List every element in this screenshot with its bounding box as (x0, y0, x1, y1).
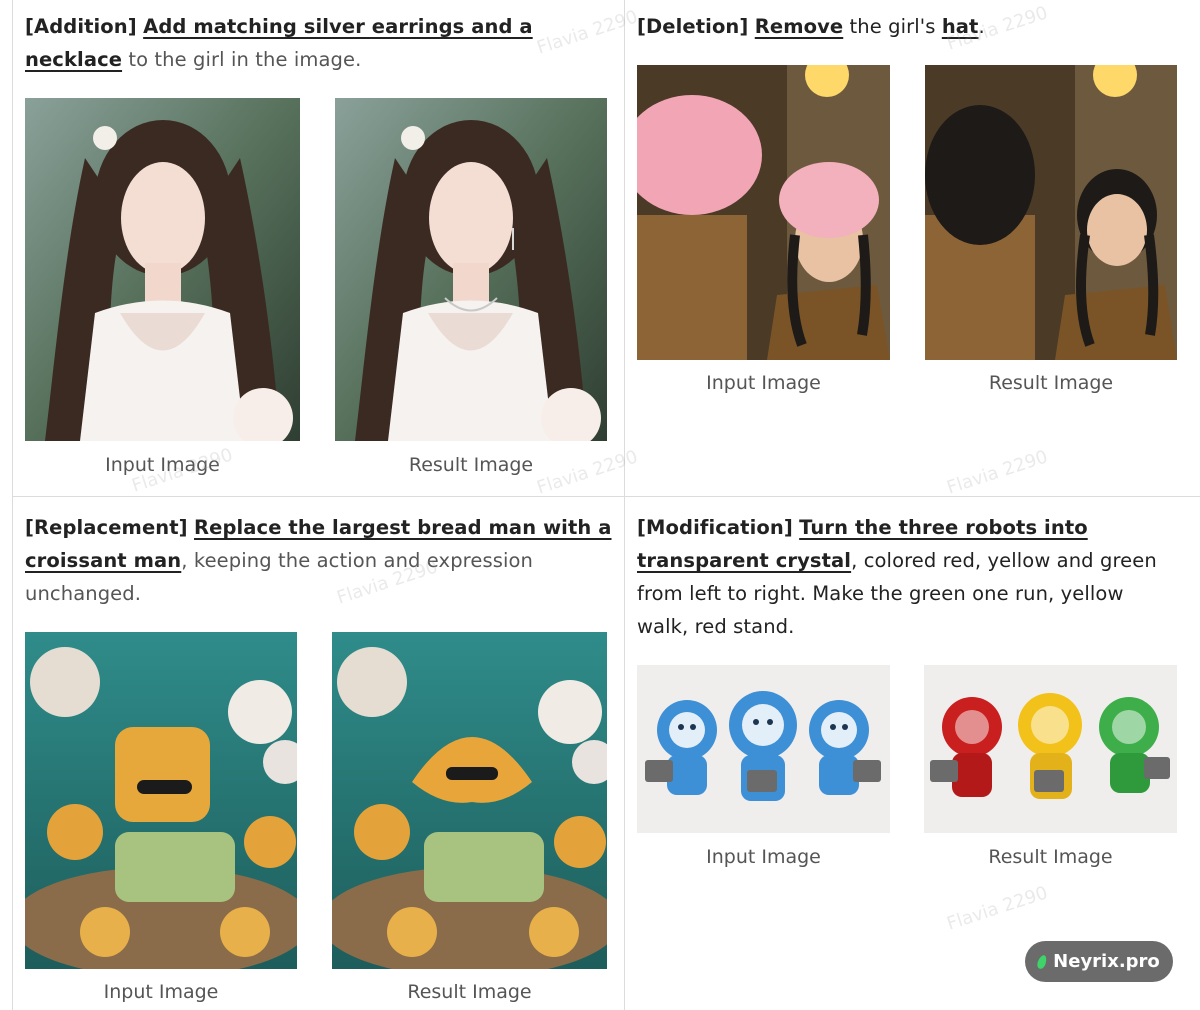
replacement-description: [Replacement] Replace the largest bread … (25, 511, 615, 610)
modification-input-image (637, 665, 890, 833)
addition-description: [Addition] Add matching silver earrings … (25, 10, 615, 76)
deletion-input-caption: Input Image (706, 372, 821, 394)
deletion-input-image (637, 65, 890, 360)
leaf-icon (1036, 953, 1049, 970)
badge-label: Neyrix.pro (1053, 951, 1160, 972)
modification-tag: [Modification] (637, 516, 793, 539)
modification-result-caption: Result Image (988, 846, 1113, 868)
addition-tag: [Addition] (25, 15, 137, 38)
grid-line-left (12, 0, 13, 1010)
watermark: Flavia 2290 (944, 446, 1051, 499)
replacement-result-image (332, 632, 607, 969)
addition-result-image (335, 98, 607, 441)
replacement-tag: [Replacement] (25, 516, 188, 539)
replacement-result-caption: Result Image (407, 981, 532, 1003)
modification-description: [Modification] Turn the three robots int… (637, 511, 1177, 643)
addition-rest: to the girl in the image. (122, 48, 362, 71)
modification-instruction-1: Turn the three robots into (799, 516, 1088, 539)
deletion-object: hat (941, 15, 979, 38)
addition-input-image (25, 98, 300, 441)
replacement-input-image (25, 632, 297, 969)
addition-result-caption: Result Image (408, 454, 534, 476)
deletion-result-caption: Result Image (988, 372, 1114, 394)
replacement-input-caption: Input Image (103, 981, 219, 1003)
deletion-description: [Deletion] Remove the girl's hat. (637, 10, 1187, 43)
deletion-result-image (925, 65, 1177, 360)
deletion-mid: the girl's (843, 15, 942, 38)
deletion-end: . (978, 15, 985, 38)
watermark: Flavia 2290 (944, 882, 1051, 935)
modification-result-image (924, 665, 1177, 833)
replacement-instruction-2: croissant man (25, 549, 182, 572)
modification-input-caption: Input Image (706, 846, 821, 868)
deletion-tag: [Deletion] (637, 15, 749, 38)
grid-line-horizontal (12, 496, 1200, 497)
replacement-instruction-1: Replace the largest bread man with a (194, 516, 612, 539)
addition-input-caption: Input Image (105, 454, 220, 476)
neyrix-badge[interactable]: Neyrix.pro (1025, 941, 1173, 982)
deletion-verb: Remove (754, 15, 844, 38)
modification-instruction-2: transparent crystal (637, 549, 852, 572)
grid-line-vertical (624, 0, 625, 1010)
